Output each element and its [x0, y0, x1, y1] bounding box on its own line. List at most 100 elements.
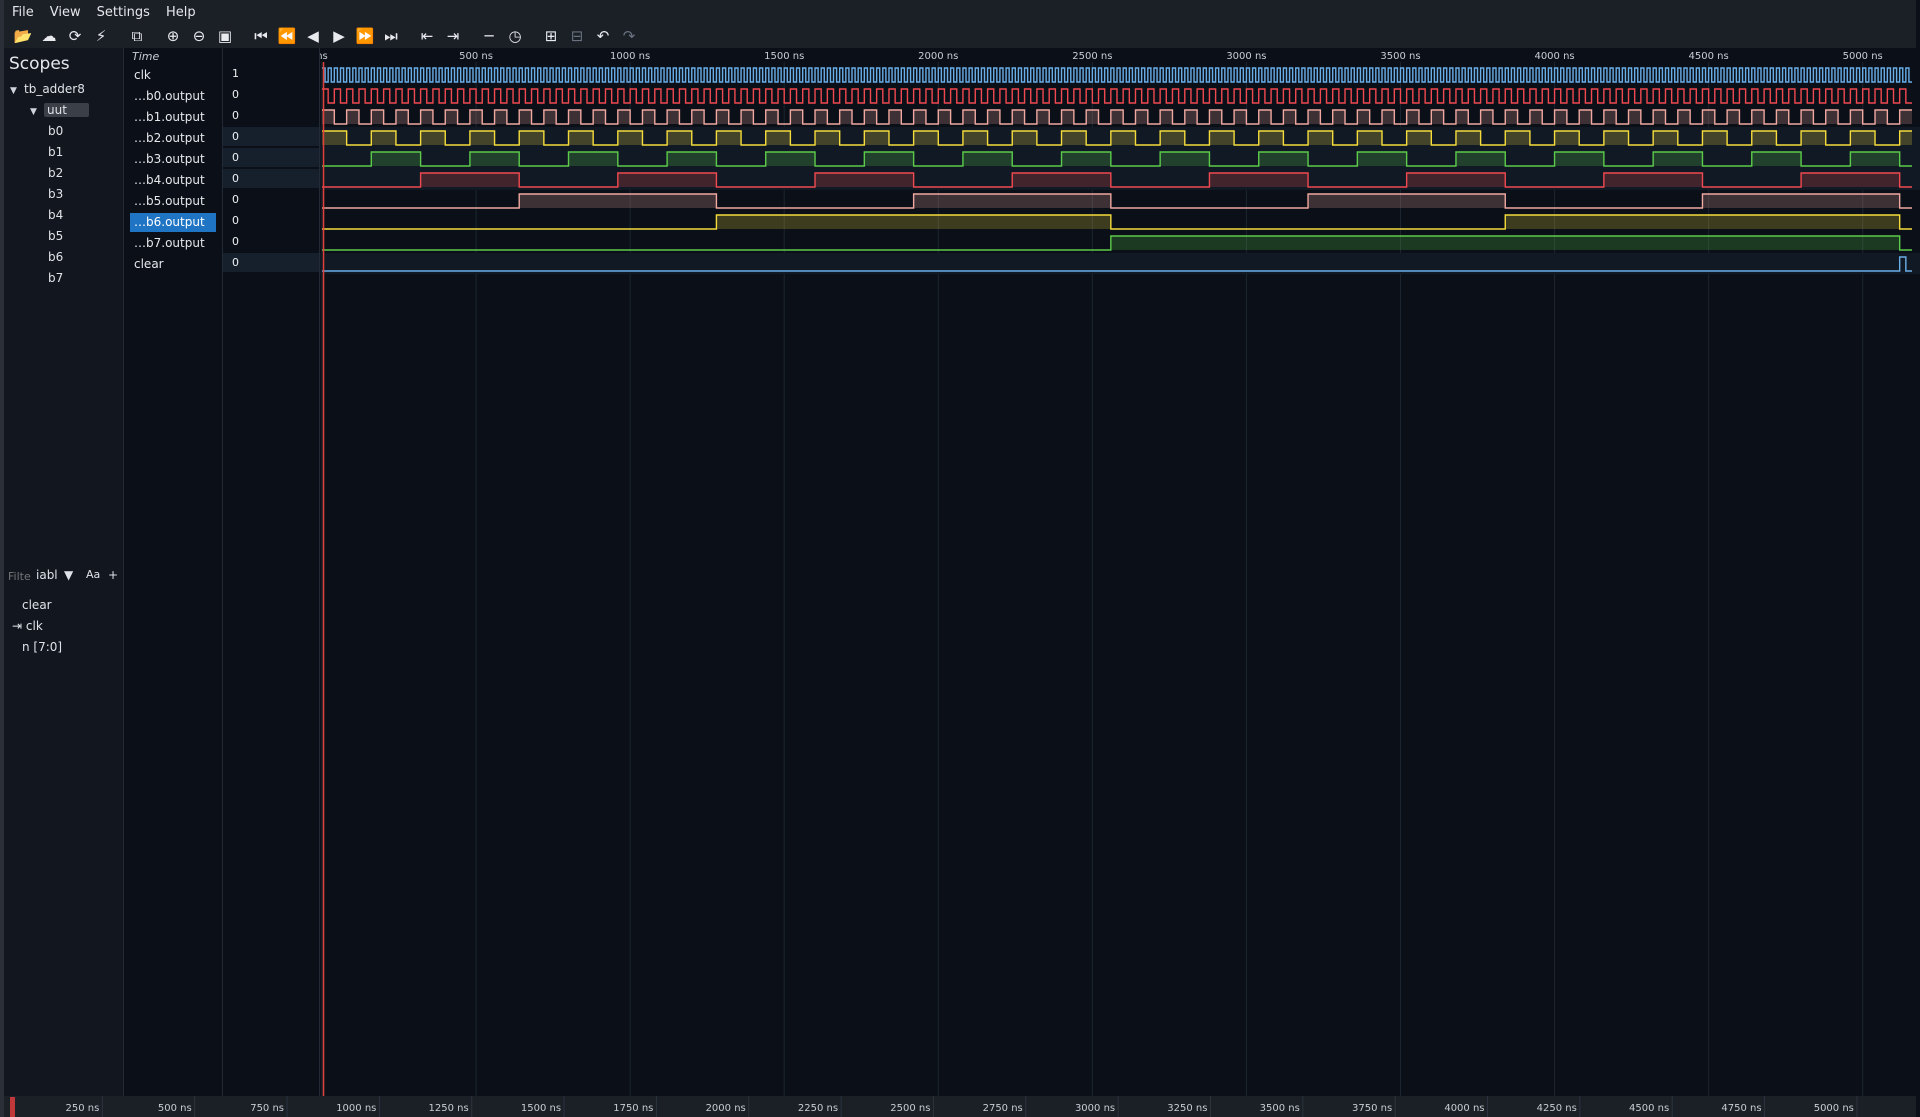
menu-view[interactable]: View — [42, 5, 89, 20]
variable-item-clear[interactable]: clear — [22, 596, 52, 614]
variable-item-n[interactable]: n [7:0] — [22, 638, 62, 656]
run-icon[interactable]: ⚡ — [88, 24, 114, 48]
signal-name-b6[interactable]: …b6.output — [130, 213, 216, 232]
signal-name-b7[interactable]: …b7.output — [130, 234, 216, 253]
signal-trace-b0 — [322, 88, 1912, 104]
goto-end-icon[interactable]: ⏭ — [378, 24, 404, 48]
copy-icon[interactable]: ⧉ — [124, 24, 150, 48]
signal-high-fill-b3 — [962, 152, 1013, 166]
filter-input[interactable] — [6, 568, 38, 584]
open-url-icon[interactable]: ☁ — [36, 24, 62, 48]
signal-high-fill-b2 — [1406, 131, 1432, 145]
bottom-time-axis[interactable]: 250 ns 500 ns 750 ns 1000 ns 1250 ns 1500 ns 1… — [4, 1096, 1916, 1117]
redo-icon[interactable]: ↷ — [616, 24, 642, 48]
goto-start-icon[interactable]: ⏮ — [248, 24, 274, 48]
signal-name-b2[interactable]: …b2.output — [130, 129, 216, 148]
signal-high-fill-b2 — [568, 131, 594, 145]
zoom-fit-icon[interactable]: ▣ — [212, 24, 238, 48]
bottom-axis-tick-label: 1250 ns — [429, 1103, 469, 1114]
bottom-axis-tick-label: 2500 ns — [890, 1103, 930, 1114]
add-divider-icon[interactable]: ─ — [476, 24, 502, 48]
signal-high-fill-b1 — [938, 110, 951, 124]
signal-high-fill-b4 — [1406, 173, 1506, 187]
signal-high-fill-b1 — [593, 110, 606, 124]
signal-high-fill-b2 — [913, 131, 939, 145]
signal-name-b4[interactable]: …b4.output — [130, 171, 216, 190]
signal-high-fill-b3 — [667, 152, 717, 166]
scope-item-b7[interactable]: b7 — [48, 269, 63, 287]
signal-high-fill-b1 — [1061, 110, 1074, 124]
signal-high-fill-b4 — [1801, 173, 1900, 187]
signal-high-fill-b2 — [1899, 131, 1912, 145]
page-back-icon[interactable]: ⏪ — [274, 24, 300, 48]
scope-item-b1[interactable]: b1 — [48, 143, 63, 161]
bottom-axis-tick-label: 4500 ns — [1629, 1103, 1669, 1114]
next-transition-icon[interactable]: ⇥ — [440, 24, 466, 48]
add-item-icon[interactable]: ⊞ — [538, 24, 564, 48]
signal-high-fill-b1 — [1702, 110, 1715, 124]
expand-triangle-icon[interactable]: ▼ — [10, 82, 24, 100]
expand-triangle-icon[interactable]: ▼ — [30, 103, 44, 121]
signal-name-b5[interactable]: …b5.output — [130, 192, 216, 211]
menu-help[interactable]: Help — [158, 5, 204, 20]
signal-high-fill-b4 — [1012, 173, 1111, 187]
signal-high-fill-b1 — [962, 110, 976, 124]
signal-high-fill-b5 — [1308, 194, 1506, 208]
signal-value-b1: 0 — [232, 109, 239, 122]
signal-high-fill-b2 — [1357, 131, 1382, 145]
scope-item-b2[interactable]: b2 — [48, 164, 63, 182]
signal-high-fill-b1 — [1677, 110, 1691, 124]
open-file-icon[interactable]: 📂 — [10, 24, 36, 48]
time-header: Time — [132, 50, 160, 63]
signal-name-b3[interactable]: …b3.output — [130, 150, 216, 169]
top-axis-tick-label: 5000 ns — [1843, 51, 1883, 62]
bottom-axis-tick-label: 2000 ns — [706, 1103, 746, 1114]
scope-item-tb-adder8[interactable]: ▼ tb_adder8 — [10, 80, 85, 98]
filter-icon[interactable]: ▼ — [64, 568, 73, 582]
scope-item-b5[interactable]: b5 — [48, 227, 63, 245]
signal-name-clk[interactable]: clk — [130, 66, 216, 85]
undo-icon[interactable]: ↶ — [590, 24, 616, 48]
waveform-canvas[interactable]: ns 500 ns 1000 ns 1500 ns 2000 ns 2500 ns 3000… — [320, 48, 1920, 1096]
case-sensitive-icon[interactable]: Aa — [86, 568, 100, 581]
add-icon[interactable]: + — [108, 568, 118, 582]
signal-high-fill-b3 — [1455, 152, 1506, 166]
prev-transition-icon[interactable]: ⇤ — [414, 24, 440, 48]
signal-high-fill-b4 — [617, 173, 717, 187]
step-forward-icon[interactable]: ▶ — [326, 24, 352, 48]
scope-item-uut[interactable]: ▼ uut — [30, 101, 89, 119]
menu-settings[interactable]: Settings — [89, 5, 158, 20]
page-forward-icon[interactable]: ⏩ — [352, 24, 378, 48]
bottom-axis-tick-label: 3000 ns — [1075, 1103, 1115, 1114]
signal-high-fill-b1 — [469, 110, 483, 124]
signal-high-fill-b1 — [617, 110, 631, 124]
signal-name-clear[interactable]: clear — [130, 255, 216, 274]
reload-icon[interactable]: ⟳ — [62, 24, 88, 48]
signal-value-b2: 0 — [223, 127, 319, 146]
step-back-icon[interactable]: ◀ — [300, 24, 326, 48]
signal-high-fill-b1 — [765, 110, 779, 124]
scope-item-b0[interactable]: b0 — [48, 122, 63, 140]
scope-item-b3[interactable]: b3 — [48, 185, 63, 203]
scope-item-b6[interactable]: b6 — [48, 248, 63, 266]
signal-high-fill-b1 — [1653, 110, 1666, 124]
bottom-axis-tick-label: 4000 ns — [1444, 1103, 1484, 1114]
variable-item-clk[interactable]: ⇥ clk — [12, 617, 43, 635]
clock-signal-icon: ⇥ — [12, 619, 23, 633]
menu-file[interactable]: File — [4, 5, 42, 20]
signal-high-fill-b4 — [815, 173, 914, 187]
remove-item-icon[interactable]: ⊟ — [564, 24, 590, 48]
signal-high-fill-b3 — [1160, 152, 1210, 166]
scope-item-b4[interactable]: b4 — [48, 206, 63, 224]
signal-name-b0[interactable]: …b0.output — [130, 87, 216, 106]
add-timestamp-icon[interactable]: ◷ — [502, 24, 528, 48]
zoom-in-icon[interactable]: ⊕ — [160, 24, 186, 48]
signal-value-clk: 1 — [232, 67, 239, 80]
signal-high-fill-b1 — [1036, 110, 1050, 124]
signal-name-b1[interactable]: …b1.output — [130, 108, 216, 127]
waveform-svg[interactable]: ns 500 ns 1000 ns 1500 ns 2000 ns 2500 ns 3000… — [320, 48, 1920, 1096]
top-axis-tick-label: 1000 ns — [610, 51, 650, 62]
bottom-axis-tick-label: 1500 ns — [521, 1103, 561, 1114]
zoom-out-icon[interactable]: ⊖ — [186, 24, 212, 48]
signal-high-fill-b2 — [667, 131, 692, 145]
